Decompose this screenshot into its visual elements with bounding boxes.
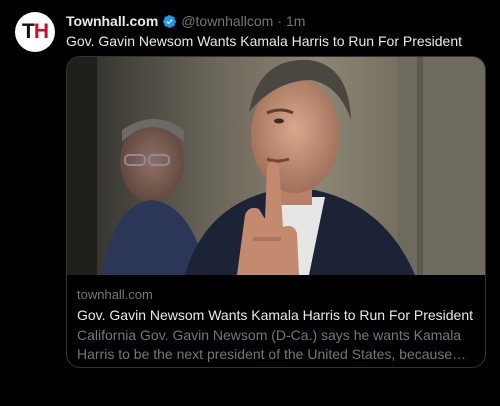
card-description: California Gov. Gavin Newsom (D-Ca.) say… bbox=[77, 327, 462, 362]
tweet[interactable]: TH Townhall.com @townhallcom · 1m Gov. G… bbox=[0, 0, 500, 406]
card-domain[interactable]: townhall.com bbox=[77, 286, 475, 303]
card-image[interactable] bbox=[67, 57, 485, 275]
verified-badge-icon bbox=[163, 14, 177, 28]
account-handle[interactable]: @townhallcom bbox=[181, 13, 273, 29]
separator-dot: · bbox=[277, 13, 283, 29]
card-title[interactable]: Gov. Gavin Newsom Wants Kamala Harris to… bbox=[77, 306, 475, 324]
account-name[interactable]: Townhall.com bbox=[66, 13, 158, 29]
avatar[interactable]: TH bbox=[15, 12, 55, 52]
townhall-logo-icon: TH bbox=[22, 20, 49, 43]
photo-newsom-speaking bbox=[67, 57, 485, 275]
tweet-header: Townhall.com @townhallcom · 1m bbox=[66, 12, 490, 30]
card-meta[interactable]: townhall.com Gov. Gavin Newsom Wants Kam… bbox=[67, 276, 485, 364]
tweet-text: Gov. Gavin Newsom Wants Kamala Harris to… bbox=[66, 33, 463, 49]
timestamp[interactable]: 1m bbox=[286, 13, 305, 29]
link-card[interactable]: townhall.com Gov. Gavin Newsom Wants Kam… bbox=[66, 56, 486, 368]
